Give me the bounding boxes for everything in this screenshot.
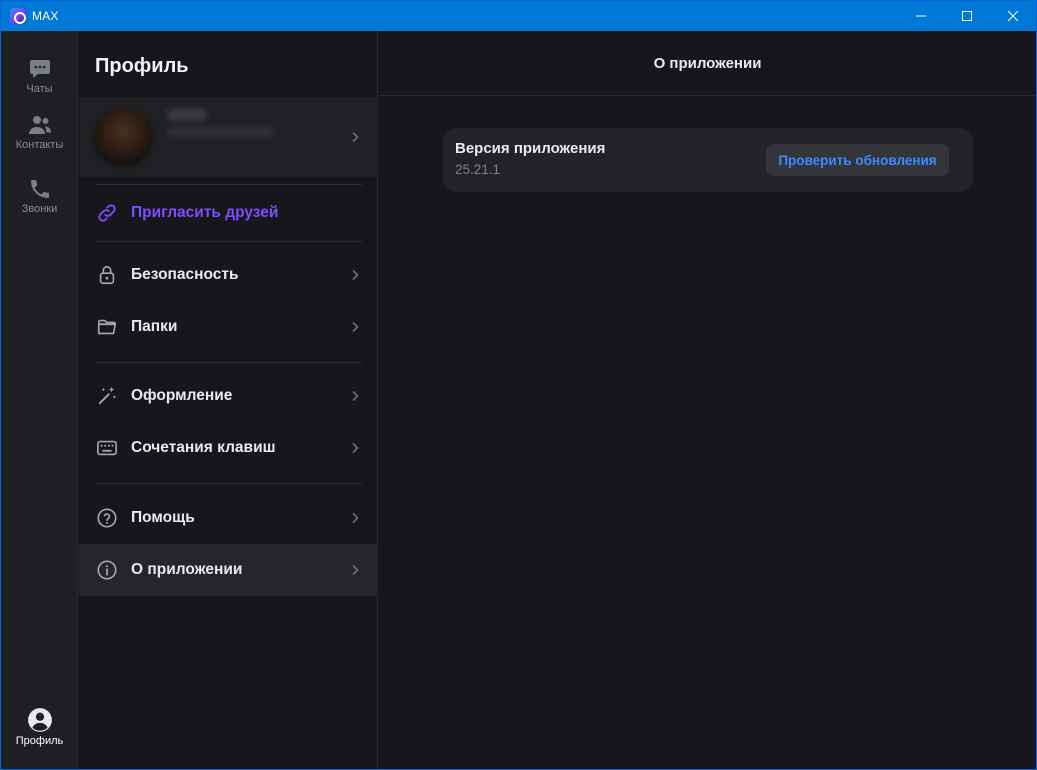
version-card: Версия приложения 25.21.1 Проверить обно… [443,128,973,192]
version-label: Версия приложения [455,140,606,157]
rail-item-label: Контакты [15,139,64,151]
close-button[interactable] [990,1,1036,31]
rail-item-contacts[interactable]: Контакты [1,113,78,151]
menu-item-label: Оформление [131,387,233,404]
menu-item-appearance[interactable]: Оформление [79,370,378,422]
rail-item-label: Звонки [21,203,58,215]
link-icon [95,201,119,225]
chat-icon [29,60,50,78]
chevron-right-icon [352,321,359,333]
menu-item-label: О приложении [131,561,243,578]
title-bar[interactable]: MAX [1,1,1036,31]
check-updates-button[interactable]: Проверить обновления [766,144,949,176]
menu-item-invite-friends[interactable]: Пригласить друзей [79,187,378,239]
page-title: О приложении [653,54,762,72]
app-window: MAX Чаты Контакты Звонки Профиль Профиль… [0,0,1037,770]
profile-card[interactable] [79,97,378,177]
help-icon [95,506,119,530]
close-icon [1008,11,1018,21]
menu-item-folders[interactable]: Папки [79,301,378,353]
folder-icon [95,315,119,339]
profile-panel: Профиль Пригласить друзей Безопасность П… [79,31,378,769]
chevron-right-icon [352,269,359,281]
about-pane: О приложении Версия приложения 25.21.1 П… [379,31,1036,769]
phone-icon [30,180,49,198]
rail-item-label: Чаты [26,83,53,95]
profile-name-blurred [167,109,207,121]
menu-item-label: Папки [131,318,178,335]
avatar [93,107,153,167]
lock-icon [95,263,119,287]
rail-item-label: Профиль [15,735,64,747]
window-title: MAX [32,9,59,23]
version-value: 25.21.1 [455,162,501,177]
rail-item-calls[interactable]: Звонки [1,177,78,215]
divider [95,241,362,242]
contacts-icon [28,116,51,134]
minimize-button[interactable] [898,1,944,31]
window-controls [898,1,1036,31]
chevron-right-icon [352,131,359,143]
user-avatar-icon [27,708,52,732]
maximize-button[interactable] [944,1,990,31]
divider [95,362,362,363]
menu-item-security[interactable]: Безопасность [79,249,378,301]
content-header: О приложении [379,31,1036,96]
chevron-right-icon [352,564,359,576]
menu-item-label: Пригласить друзей [131,204,279,221]
chevron-right-icon [352,390,359,402]
profile-phone-blurred [167,127,275,137]
menu-item-help[interactable]: Помощь [79,492,378,544]
menu-item-keyboard-shortcuts[interactable]: Сочетания клавиш [79,422,378,474]
minimize-icon [916,15,926,17]
rail-item-profile[interactable]: Профиль [1,707,78,747]
rail-item-chats[interactable]: Чаты [1,57,78,95]
navigation-rail: Чаты Контакты Звонки Профиль [1,31,78,769]
keyboard-icon [95,436,119,460]
chevron-right-icon [352,442,359,454]
magic-wand-icon [95,384,119,408]
chevron-right-icon [352,512,359,524]
info-icon [95,558,119,582]
menu-item-label: Помощь [131,509,195,526]
menu-item-about[interactable]: О приложении [79,544,378,596]
divider [95,184,362,185]
menu-item-label: Сочетания клавиш [131,439,276,456]
divider [95,483,362,484]
panel-title: Профиль [95,55,189,77]
maximize-icon [962,11,972,21]
menu-item-label: Безопасность [131,266,239,283]
app-logo-icon [10,8,26,24]
